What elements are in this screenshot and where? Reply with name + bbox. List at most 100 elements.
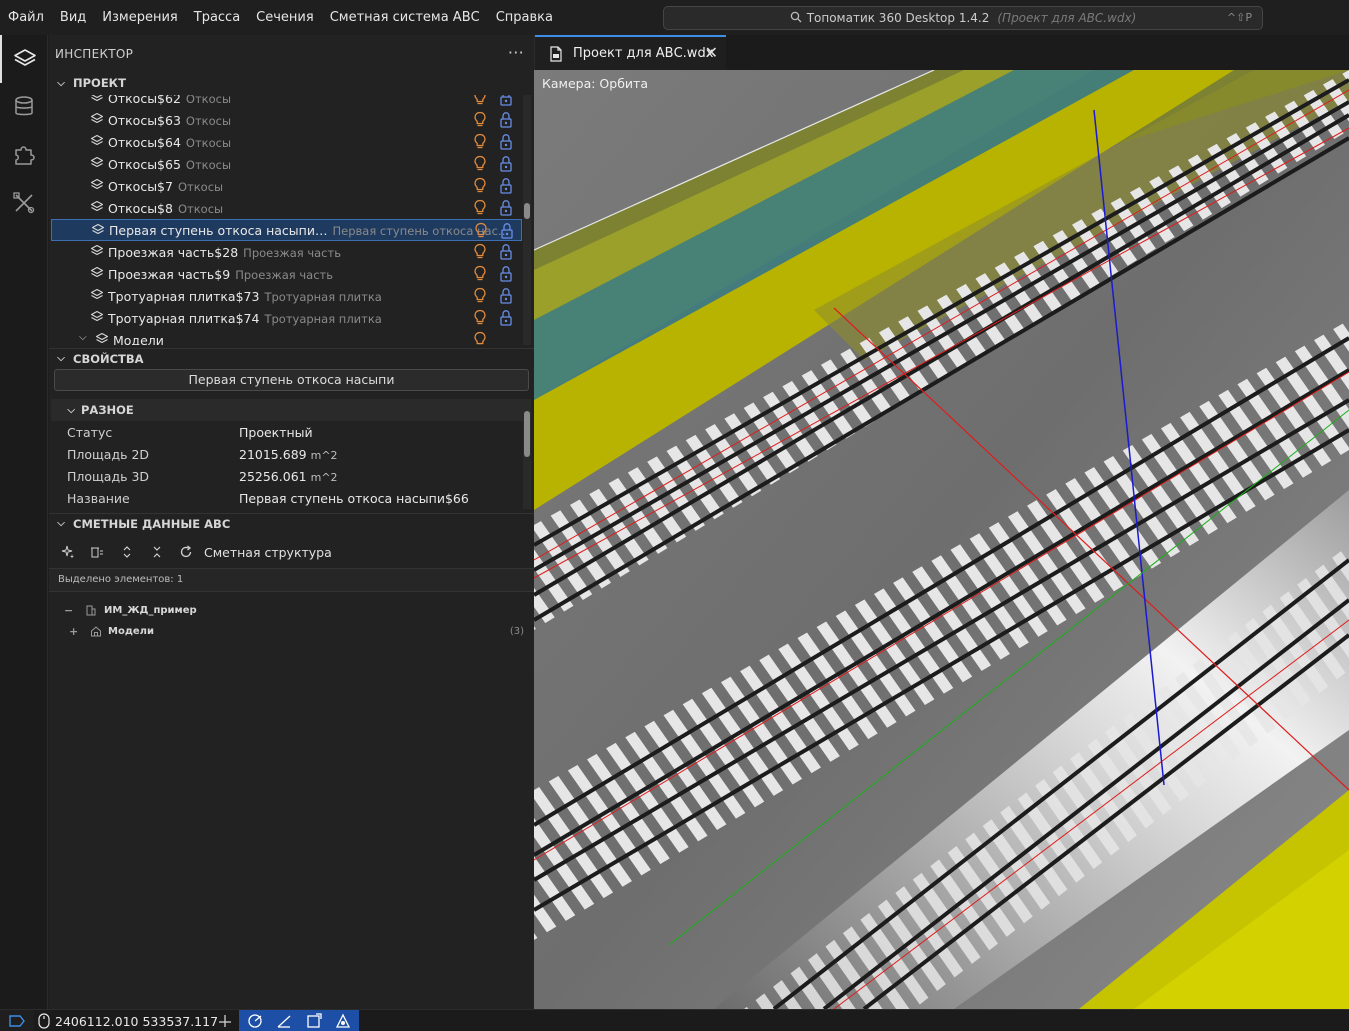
chevron-down-icon: ⌵	[57, 518, 65, 529]
project-tree: Откосы$62 Откосы Откосы$63 Откосы Откосы$64 О…	[49, 95, 534, 345]
menu-route[interactable]: Трасса	[186, 0, 248, 35]
layer-icon	[90, 200, 104, 214]
menu-help[interactable]: Справка	[488, 0, 561, 35]
visibility-bulb-icon[interactable]	[473, 199, 487, 216]
tree-item[interactable]: Проезжая часть$9 Проезжая часть	[51, 263, 522, 285]
layer-icon	[91, 223, 105, 237]
app-title: Топоматик 360 Desktop 1.4.2	[806, 11, 990, 25]
menu-file[interactable]: Файл	[0, 0, 52, 35]
tree-item[interactable]: Откосы$7 Откосы	[51, 175, 522, 197]
visibility-bulb-icon[interactable]	[473, 155, 487, 172]
lock-icon[interactable]	[499, 95, 513, 106]
lock-icon[interactable]	[499, 287, 513, 304]
tree-scrollbar[interactable]	[523, 95, 531, 345]
close-icon[interactable]: ✕	[705, 43, 718, 62]
more-actions-icon[interactable]: ···	[508, 43, 524, 62]
abc-toolbar: Сметная структура	[49, 539, 534, 565]
tree-scroll-thumb[interactable]	[524, 203, 530, 219]
project-section-header[interactable]: ⌵ ПРОЕКТ	[49, 73, 534, 93]
activity-bar	[0, 35, 48, 1009]
lock-icon[interactable]	[499, 265, 513, 282]
visibility-bulb-icon[interactable]	[474, 222, 488, 239]
inspector-panel: ИНСПЕКТОР ··· ⌵ ПРОЕКТ Откосы$62 Откосы От…	[49, 35, 534, 1009]
chevron-down-icon: ⌵	[79, 332, 87, 343]
tree-item-type: Откосы	[185, 113, 232, 128]
layer-icon	[90, 95, 104, 104]
visibility-bulb-icon[interactable]	[473, 309, 487, 326]
lock-icon[interactable]	[499, 133, 513, 150]
tree-item-name: Откосы$63	[108, 112, 181, 128]
visibility-bulb-icon[interactable]	[473, 265, 487, 282]
collapse-all-icon[interactable]	[148, 543, 166, 561]
puzzle-icon[interactable]	[0, 131, 48, 179]
tree-item[interactable]: Откосы$63 Откосы	[51, 109, 522, 131]
properties-section-header[interactable]: ⌵ СВОЙСТВА	[49, 348, 534, 368]
lock-icon[interactable]	[499, 309, 513, 326]
misc-group-header[interactable]: ⌵ РАЗНОЕ	[51, 399, 523, 421]
inspector-title: ИНСПЕКТОР	[55, 47, 134, 61]
tree-item-name: Модели	[113, 332, 164, 346]
inspector-header: ИНСПЕКТОР ···	[49, 35, 534, 73]
tree-item[interactable]: Тротуарная плитка$73 Тротуарная плитка	[51, 285, 522, 307]
tree-item-name: Первая ступень откоса насыпи…	[109, 222, 328, 238]
menu-view[interactable]: Вид	[52, 0, 94, 35]
command-search[interactable]: Топоматик 360 Desktop 1.4.2 (Проект для …	[663, 6, 1263, 30]
object-name-button[interactable]: Первая ступень откоса насыпи	[54, 369, 529, 391]
crosshair-icon[interactable]	[217, 1013, 233, 1029]
properties-scrollbar[interactable]	[523, 399, 531, 509]
expand-all-icon[interactable]	[118, 543, 136, 561]
menu-measurements[interactable]: Измерения	[94, 0, 185, 35]
orbit-snap-icon[interactable]	[247, 1013, 263, 1029]
refresh-icon[interactable]	[177, 543, 195, 561]
tree-item-type: Проезжая часть	[235, 267, 334, 282]
lock-icon[interactable]	[499, 243, 513, 260]
sparkle-icon[interactable]	[59, 543, 77, 561]
3d-viewport[interactable]: Камера: Орбита	[534, 70, 1349, 1009]
grid-snap-icon[interactable]	[306, 1013, 322, 1029]
tree-item[interactable]: Откосы$62 Откосы	[51, 95, 522, 109]
tree-item-models[interactable]: ⌵ Модели	[51, 329, 522, 345]
visibility-bulb-icon[interactable]	[473, 177, 487, 194]
tree-item[interactable]: Откосы$64 Откосы	[51, 131, 522, 153]
layer-icon	[90, 266, 104, 280]
visibility-bulb-icon[interactable]	[473, 133, 487, 150]
visibility-bulb-icon[interactable]	[473, 111, 487, 128]
visibility-bulb-icon[interactable]	[473, 287, 487, 304]
expand-toggle[interactable]: +	[69, 625, 78, 638]
visibility-bulb-icon[interactable]	[473, 95, 487, 106]
lock-icon[interactable]	[500, 222, 514, 239]
abc-tree-child[interactable]: + Модели (3)	[49, 622, 534, 642]
lock-icon[interactable]	[499, 177, 513, 194]
properties-scroll-thumb[interactable]	[524, 411, 530, 457]
menu-abc[interactable]: Сметная система АВС	[322, 0, 488, 35]
layer-icon	[90, 244, 104, 258]
angle-snap-icon[interactable]	[276, 1013, 292, 1029]
tree-item[interactable]: Откосы$8 Откосы	[51, 197, 522, 219]
lock-icon[interactable]	[499, 155, 513, 172]
property-value: Проектный	[239, 424, 313, 440]
tab-project[interactable]: Проект для АВС.wdx ✕	[535, 35, 726, 70]
tree-item[interactable]: Первая ступень откоса насыпи… Первая ступ…	[51, 219, 522, 241]
layers-icon[interactable]	[0, 35, 48, 83]
visibility-bulb-icon[interactable]	[473, 331, 487, 345]
visibility-bulb-icon[interactable]	[473, 243, 487, 260]
tree-item[interactable]: Проезжая часть$28 Проезжая часть	[51, 241, 522, 263]
filter-delete-icon[interactable]	[88, 543, 106, 561]
abc-section-title: СМЕТНЫЕ ДАННЫЕ АВС	[73, 516, 231, 531]
database-icon[interactable]	[0, 83, 48, 131]
tree-item[interactable]: Откосы$65 Откосы	[51, 153, 522, 175]
layer-icon	[90, 178, 104, 192]
chevron-down-icon: ⌵	[67, 404, 75, 416]
lock-icon[interactable]	[499, 111, 513, 128]
abc-tree-root[interactable]: − ИМ_ЖД_пример	[49, 601, 534, 621]
remote-indicator-icon[interactable]	[0, 1010, 34, 1031]
menu-sections[interactable]: Сечения	[248, 0, 322, 35]
abc-section-header[interactable]: ⌵ СМЕТНЫЕ ДАННЫЕ АВС	[49, 513, 534, 533]
layer-icon	[90, 310, 104, 324]
tree-item[interactable]: Тротуарная плитка$74 Тротуарная плитка	[51, 307, 522, 329]
object-snap-icon[interactable]	[335, 1013, 351, 1029]
collapse-toggle[interactable]: −	[64, 604, 73, 617]
tools-icon[interactable]	[0, 179, 48, 227]
lock-icon[interactable]	[499, 199, 513, 216]
properties-section-title: СВОЙСТВА	[73, 351, 144, 366]
